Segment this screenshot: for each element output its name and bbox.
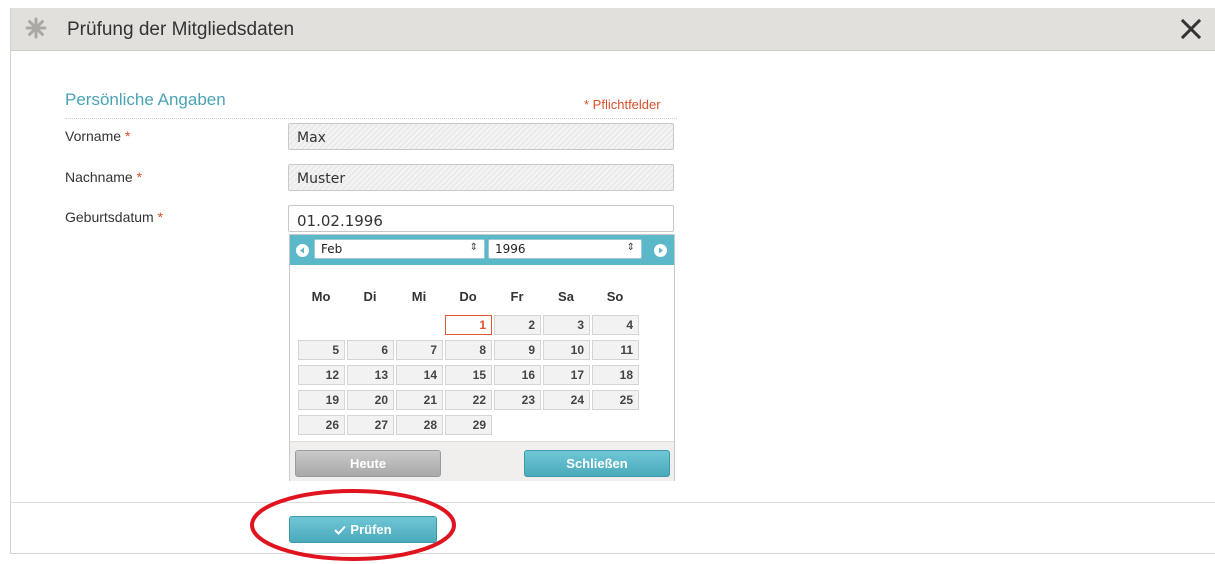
asterisk-icon (25, 17, 47, 39)
dialog: Prüfung der Mitgliedsdaten Persönliche A… (10, 8, 1215, 554)
calendar-day[interactable]: 12 (298, 365, 345, 385)
prev-month-icon[interactable] (296, 244, 309, 257)
calendar-day[interactable]: 2 (494, 315, 541, 335)
datepicker: Feb ⇕ 1996 ⇕ Mo Di Mi Do Fr Sa So 1 2 3 4 5 6 7 8 9 10 1… (289, 234, 675, 481)
weekday-header: So (606, 289, 624, 304)
calendar-day[interactable]: 16 (494, 365, 541, 385)
calendar-day[interactable]: 11 (592, 340, 639, 360)
select-arrow-icon: ⇕ (626, 242, 635, 253)
section-title: Persönliche Angaben (65, 90, 226, 109)
close-icon[interactable] (1176, 14, 1206, 44)
lastname-input[interactable]: Muster (288, 164, 674, 191)
close-calendar-button[interactable]: Schließen (524, 450, 670, 477)
calendar-day[interactable]: 15 (445, 365, 492, 385)
calendar-day[interactable]: 28 (396, 415, 443, 435)
calendar-day[interactable]: 17 (543, 365, 590, 385)
required-mark: * (136, 169, 143, 185)
calendar-day[interactable]: 6 (347, 340, 394, 360)
required-mark: * (124, 128, 131, 144)
calendar-day[interactable]: 5 (298, 340, 345, 360)
calendar-day[interactable]: 7 (396, 340, 443, 360)
today-button[interactable]: Heute (295, 450, 441, 477)
calendar-day[interactable]: 29 (445, 415, 492, 435)
calendar-day[interactable]: 24 (543, 390, 590, 410)
calendar-day[interactable]: 14 (396, 365, 443, 385)
calendar-day[interactable]: 18 (592, 365, 639, 385)
calendar-day[interactable]: 20 (347, 390, 394, 410)
calendar-day[interactable]: 22 (445, 390, 492, 410)
weekday-header: Sa (558, 289, 574, 304)
required-mark: * (157, 209, 164, 225)
datepicker-footer: Heute Schließen (290, 441, 674, 481)
required-note: * Pflichtfelder (584, 97, 661, 112)
calendar-day[interactable]: 23 (494, 390, 541, 410)
weekday-header: Di (363, 289, 377, 304)
lastname-label: Nachname * (65, 169, 142, 185)
calendar-day[interactable]: 4 (592, 315, 639, 335)
year-select[interactable]: 1996 ⇕ (488, 239, 642, 259)
firstname-input[interactable]: Max (288, 123, 674, 150)
year-select-value: 1996 (495, 242, 526, 256)
weekday-header: Do (459, 289, 477, 304)
next-month-icon[interactable] (654, 244, 667, 257)
weekday-header: Fr (510, 289, 524, 304)
calendar-day[interactable]: 26 (298, 415, 345, 435)
calendar-day[interactable]: 19 (298, 390, 345, 410)
weekday-header: Mi (411, 289, 427, 304)
highlight-circle (250, 489, 456, 561)
calendar-day[interactable]: 25 (592, 390, 639, 410)
month-select[interactable]: Feb ⇕ (314, 239, 485, 259)
calendar-day[interactable]: 27 (347, 415, 394, 435)
calendar-day[interactable]: 3 (543, 315, 590, 335)
calendar-day[interactable]: 8 (445, 340, 492, 360)
birthdate-label: Geburtsdatum * (65, 209, 163, 225)
footer-divider (11, 502, 1215, 503)
birthdate-input[interactable]: 01.02.1996 (288, 205, 674, 232)
calendar-day-selected[interactable]: 1 (445, 315, 492, 335)
birthdate-label-text: Geburtsdatum (65, 209, 154, 225)
month-select-value: Feb (321, 242, 343, 256)
weekday-header: Mo (311, 289, 331, 304)
calendar-day[interactable]: 9 (494, 340, 541, 360)
select-arrow-icon: ⇕ (469, 242, 478, 253)
lastname-label-text: Nachname (65, 169, 133, 185)
calendar-day[interactable]: 13 (347, 365, 394, 385)
calendar-day[interactable]: 21 (396, 390, 443, 410)
firstname-label: Vorname * (65, 128, 130, 144)
datepicker-header: Feb ⇕ 1996 ⇕ (290, 235, 674, 265)
dialog-title: Prüfung der Mitgliedsdaten (67, 19, 295, 40)
firstname-label-text: Vorname (65, 128, 122, 144)
section-divider (65, 118, 677, 119)
dialog-header: Prüfung der Mitgliedsdaten (11, 8, 1215, 51)
calendar-day[interactable]: 10 (543, 340, 590, 360)
